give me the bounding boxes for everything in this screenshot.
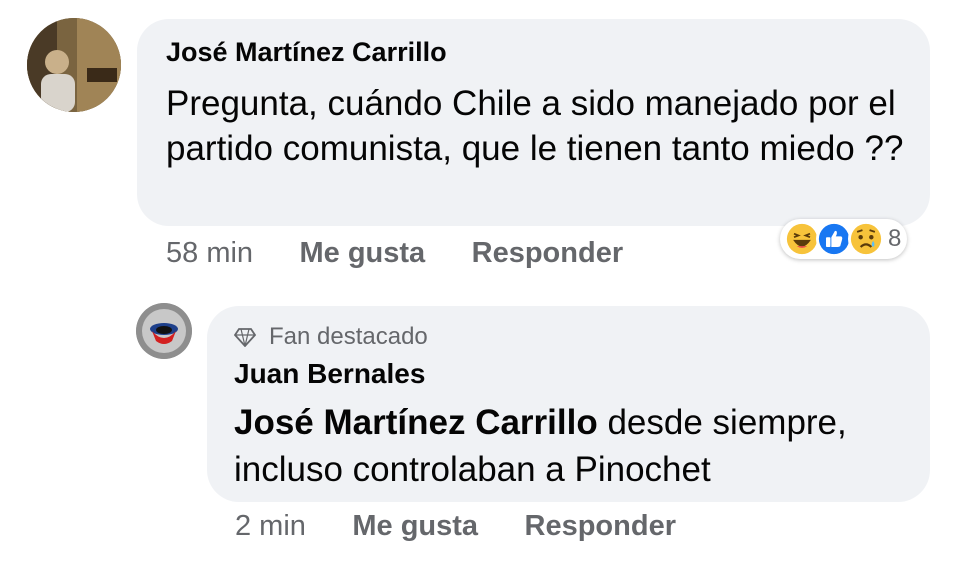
- comment-timestamp[interactable]: 58 min: [166, 237, 253, 269]
- fan-badge-label: Fan destacado: [269, 323, 428, 350]
- like-reaction-icon: [816, 221, 852, 257]
- reply-mention[interactable]: José Martínez Carrillo: [234, 403, 598, 442]
- reply-text-block: José Martínez Carrillo desde siempre, in…: [234, 399, 904, 493]
- commenter-avatar[interactable]: [27, 18, 121, 112]
- reactions-summary[interactable]: 8: [780, 219, 908, 259]
- reply-timestamp[interactable]: 2 min: [235, 510, 306, 542]
- laugh-reaction-icon: [784, 221, 820, 257]
- avatar-photo: [27, 18, 121, 112]
- reply-like-button[interactable]: Me gusta: [352, 510, 478, 542]
- replier-avatar[interactable]: [136, 303, 192, 359]
- comment-author-name[interactable]: José Martínez Carrillo: [166, 36, 447, 68]
- comment-like-button[interactable]: Me gusta: [300, 237, 426, 269]
- reply-actions: 2 min Me gusta Responder: [235, 510, 676, 546]
- comment-reply-button[interactable]: Responder: [472, 237, 623, 269]
- reply-author-name[interactable]: Juan Bernales: [234, 358, 425, 390]
- comment-actions: 58 min Me gusta Responder: [166, 237, 623, 273]
- reactions-count: 8: [888, 225, 902, 252]
- reply-reply-button[interactable]: Responder: [525, 510, 676, 542]
- avatar-photo: [136, 303, 192, 359]
- comment-text: Pregunta, cuándo Chile a sido manejado p…: [166, 84, 904, 168]
- fan-badge: Fan destacado: [234, 323, 428, 351]
- diamond-icon: [234, 328, 256, 347]
- sad-reaction-icon: [848, 221, 884, 257]
